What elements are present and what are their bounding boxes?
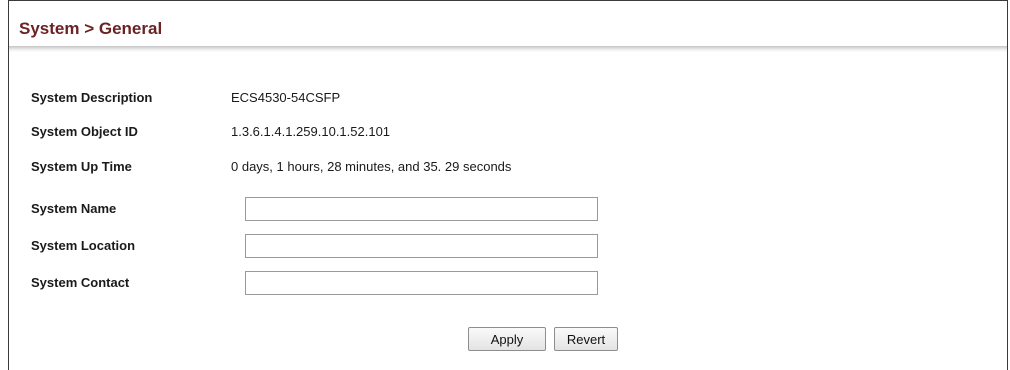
header-divider — [9, 46, 1007, 52]
system-up-time-row: System Up Time 0 days, 1 hours, 28 minut… — [9, 155, 1007, 179]
page-header: System > General — [9, 0, 1007, 46]
system-contact-input[interactable] — [245, 271, 598, 295]
system-name-input[interactable] — [245, 197, 598, 221]
system-location-label: System Location — [31, 238, 136, 253]
page-title: System > General — [19, 19, 163, 38]
revert-button[interactable]: Revert — [554, 327, 618, 351]
system-name-row: System Name — [9, 197, 1007, 221]
system-up-time-value: 0 days, 1 hours, 28 minutes, and 35. 29 … — [231, 159, 512, 174]
system-location-input[interactable] — [245, 234, 598, 258]
system-object-id-value: 1.3.6.1.4.1.259.10.1.52.101 — [231, 124, 391, 139]
system-name-label: System Name — [31, 201, 117, 216]
system-description-row: System Description ECS4530-54CSFP — [9, 86, 1007, 110]
system-object-id-label: System Object ID — [31, 124, 138, 139]
apply-button[interactable]: Apply — [468, 327, 546, 351]
system-location-row: System Location — [9, 234, 1007, 258]
system-description-value: ECS4530-54CSFP — [231, 90, 341, 105]
system-up-time-label: System Up Time — [31, 159, 132, 174]
page-frame: System > General System Description ECS4… — [8, 0, 1008, 370]
system-contact-label: System Contact — [31, 275, 130, 290]
system-object-id-row: System Object ID 1.3.6.1.4.1.259.10.1.52… — [9, 120, 1007, 144]
system-contact-row: System Contact — [9, 271, 1007, 295]
system-description-label: System Description — [31, 90, 153, 105]
